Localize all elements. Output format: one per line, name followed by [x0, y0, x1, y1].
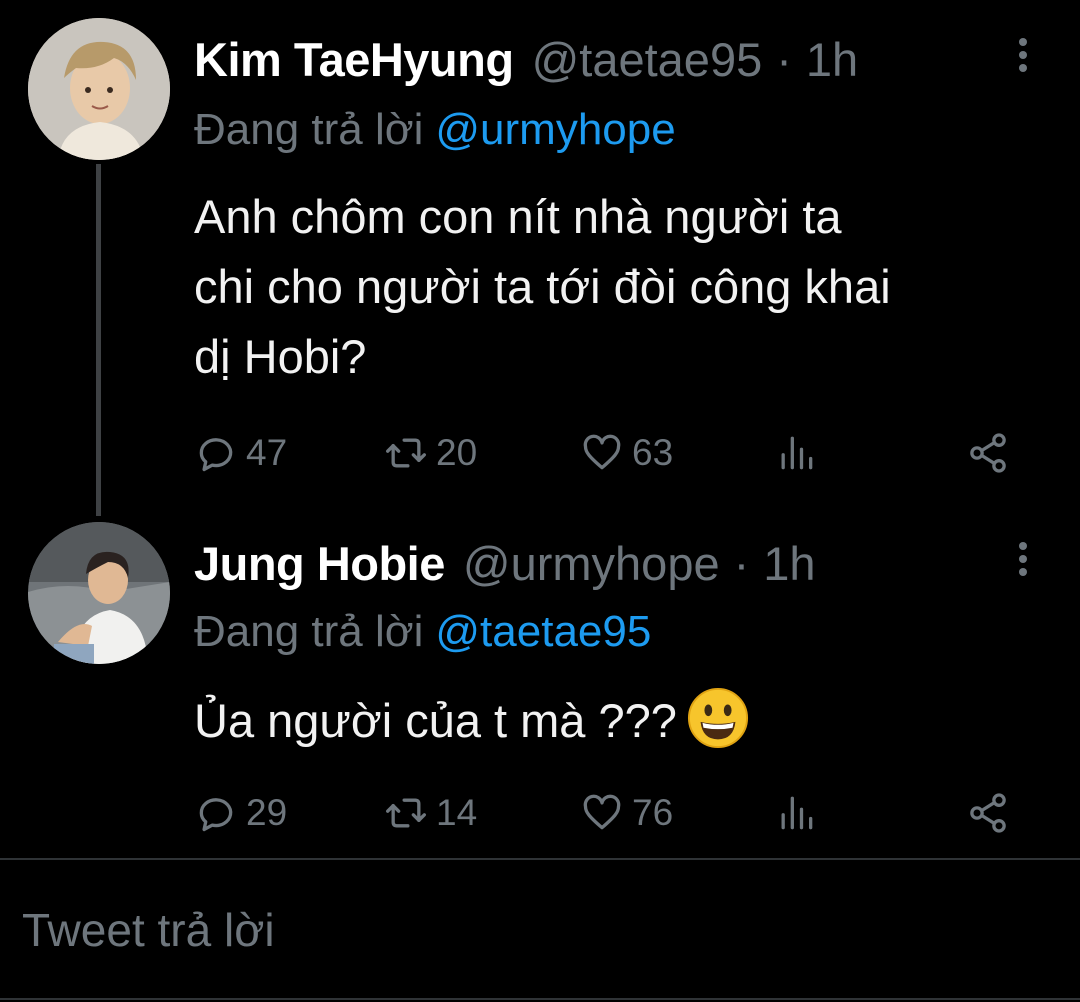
reply-icon — [199, 798, 233, 832]
replying-to: Đang trả lời @taetae95 — [194, 604, 651, 660]
retweet-icon — [386, 438, 426, 468]
thread-line — [96, 164, 101, 516]
timestamp[interactable]: 1h — [806, 30, 858, 90]
reply-icon — [199, 438, 233, 472]
composer-placeholder: Tweet trả lời — [22, 904, 275, 956]
share-icon — [970, 793, 1006, 833]
share-button[interactable] — [966, 428, 1018, 478]
heart-icon — [583, 434, 621, 470]
composer-divider — [0, 858, 1080, 860]
reply-button[interactable]: 47 — [194, 428, 287, 478]
replying-to: Đang trả lời @urmyhope — [194, 102, 676, 158]
share-button[interactable] — [966, 788, 1018, 838]
analytics-button[interactable] — [774, 428, 826, 478]
retweet-button[interactable]: 14 — [384, 788, 477, 838]
tweet-text-line: chi cho người ta tới đòi công khai — [194, 260, 891, 313]
heart-icon — [583, 794, 621, 830]
share-icon — [970, 433, 1006, 473]
avatar-photo-icon — [28, 18, 170, 160]
like-count: 76 — [632, 792, 674, 833]
retweet-button[interactable]: 20 — [384, 428, 477, 478]
author-handle[interactable]: @taetae95 — [532, 30, 763, 90]
tweet-header: Jung Hobie @urmyhope · 1h — [194, 534, 816, 594]
analytics-icon — [781, 796, 813, 830]
reply-count: 47 — [246, 432, 288, 473]
avatar[interactable] — [28, 522, 170, 664]
tweet-text-line: Anh chôm con nít nhà người ta — [194, 190, 842, 243]
retweet-count: 14 — [436, 792, 478, 833]
tweet-text: Ủa người của t mà ??? — [194, 686, 1044, 756]
author-handle[interactable]: @urmyhope — [463, 534, 720, 594]
analytics-icon — [781, 436, 813, 470]
retweet-count: 20 — [436, 432, 478, 473]
timestamp[interactable]: 1h — [763, 534, 815, 594]
avatar[interactable] — [28, 18, 170, 160]
tweet-actions: 29 14 76 — [194, 788, 1024, 838]
separator-dot: · — [733, 537, 750, 590]
tweet-text-line: Ủa người của t mà ??? — [194, 694, 677, 747]
bottom-divider — [0, 998, 1080, 1000]
more-options-icon[interactable] — [1016, 38, 1030, 78]
reply-prefix: Đang trả lời — [194, 105, 424, 154]
separator-dot: · — [776, 33, 792, 86]
author-name[interactable]: Jung Hobie — [194, 534, 445, 594]
like-button[interactable]: 76 — [580, 788, 673, 838]
reply-prefix: Đang trả lời — [194, 607, 424, 656]
reply-count: 29 — [246, 792, 288, 833]
retweet-icon — [386, 798, 426, 828]
avatar-photo-icon — [28, 522, 170, 664]
tweet-text-line: dị Hobi? — [194, 330, 367, 383]
tweet-header: Kim TaeHyung @taetae95 · 1h — [194, 30, 858, 90]
like-button[interactable]: 63 — [580, 428, 673, 478]
grinning-face-emoji — [687, 687, 748, 749]
reply-mention-link[interactable]: @taetae95 — [435, 607, 651, 656]
reply-composer-input[interactable]: Tweet trả lời — [22, 900, 275, 960]
more-options-icon[interactable] — [1016, 542, 1030, 582]
tweet-text: Anh chôm con nít nhà người ta chi cho ng… — [194, 182, 1044, 392]
author-name[interactable]: Kim TaeHyung — [194, 30, 514, 90]
tweet-actions: 47 20 63 — [194, 428, 1024, 478]
reply-mention-link[interactable]: @urmyhope — [435, 105, 675, 154]
like-count: 63 — [632, 432, 674, 473]
reply-button[interactable]: 29 — [194, 788, 287, 838]
analytics-button[interactable] — [774, 788, 826, 838]
